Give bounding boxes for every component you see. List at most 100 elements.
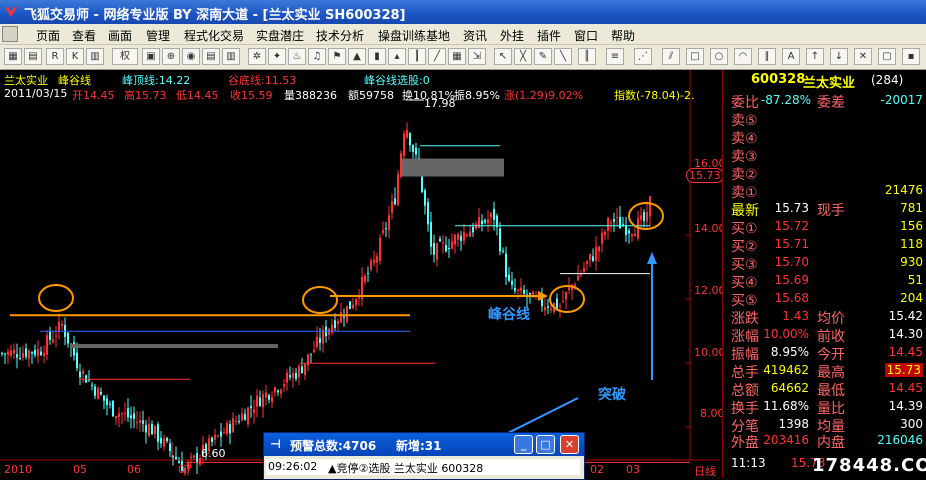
tool-up-icon[interactable]: ▴ bbox=[388, 48, 406, 65]
stat-value-1: 64662 bbox=[770, 381, 809, 395]
low-marker-label: 6.60 bbox=[201, 447, 226, 460]
tool-circle-icon[interactable]: ○ bbox=[710, 48, 728, 65]
alert-window[interactable]: ⊣ 预警总数:4706 新增:31 _ □ ✕ 09:26:02 ▲竞停②选股 … bbox=[263, 432, 585, 480]
stat-value-2: 14.39 bbox=[888, 399, 923, 413]
stat-row: 总额 64662 最低 14.45 bbox=[723, 380, 926, 399]
candle-body bbox=[460, 235, 462, 241]
tool-rect-icon[interactable]: □ bbox=[686, 48, 704, 65]
tool-save-icon[interactable]: ▣ bbox=[142, 48, 160, 65]
tool-text-icon[interactable]: A bbox=[782, 48, 800, 65]
candle-body bbox=[391, 201, 393, 213]
tool-info-icon[interactable]: ◉ bbox=[182, 48, 200, 65]
menu-window[interactable]: 窗口 bbox=[574, 27, 598, 44]
alert-row[interactable]: 09:26:02 ▲竞停②选股 兰太实业 600328 bbox=[266, 459, 580, 475]
candle-body bbox=[439, 238, 441, 242]
candle-body bbox=[340, 312, 342, 323]
kline-chart[interactable]: 兰太实业 峰谷线 峰顶线:14.22 谷底线:11.53 峰谷线选股:0 201… bbox=[0, 70, 726, 479]
window-title-bar[interactable]: 飞狐交易师 - 网络专业版 BY 深南大道 - [兰太实业 SH600328] bbox=[0, 0, 926, 24]
tool-export-icon[interactable]: ⇲ bbox=[468, 48, 486, 65]
candle-body bbox=[247, 407, 249, 425]
candle-body bbox=[343, 316, 345, 318]
tool-vlines-icon[interactable]: ║ bbox=[578, 48, 596, 65]
menu-news[interactable]: 资讯 bbox=[463, 27, 487, 44]
tool-lock-icon[interactable]: ▢ bbox=[878, 48, 896, 65]
tool-settings-icon[interactable]: ▪ bbox=[902, 48, 920, 65]
candle-body bbox=[115, 415, 117, 419]
candle-body bbox=[112, 400, 114, 417]
tool-arrow-down-icon[interactable]: ↓ bbox=[830, 48, 848, 65]
candle-body bbox=[166, 437, 168, 442]
tool-bar-chart-icon[interactable]: ▮ bbox=[368, 48, 386, 65]
xianshou-value: 781 bbox=[900, 201, 923, 215]
tool-cross-icon[interactable]: ╳ bbox=[514, 48, 532, 65]
tool-cursor-icon[interactable]: ↖ bbox=[494, 48, 512, 65]
menu-help[interactable]: 帮助 bbox=[611, 27, 635, 44]
tool-candle-icon[interactable]: ┃ bbox=[408, 48, 426, 65]
menu-view[interactable]: 查看 bbox=[72, 27, 96, 44]
tool-line-icon[interactable]: ╱ bbox=[428, 48, 446, 65]
maximize-button[interactable]: □ bbox=[536, 435, 555, 454]
close-button[interactable]: ✕ bbox=[560, 435, 579, 454]
tool-chart-red-icon[interactable]: ▲ bbox=[348, 48, 366, 65]
tool-grid-icon[interactable]: ▦ bbox=[4, 48, 22, 65]
sell-level-label: 卖② bbox=[731, 167, 758, 183]
minimize-button[interactable]: _ bbox=[514, 435, 533, 454]
tool-hlines-icon[interactable]: ≡ bbox=[606, 48, 624, 65]
tool-flag-icon[interactable]: ⚑ bbox=[328, 48, 346, 65]
tool-bars-icon[interactable]: ▥ bbox=[86, 48, 104, 65]
menu-app-icon[interactable] bbox=[2, 26, 18, 42]
tool-delete-icon[interactable]: ✕ bbox=[854, 48, 872, 65]
tool-list-icon[interactable]: ▤ bbox=[202, 48, 220, 65]
tool-channel-icon[interactable]: ⫽ bbox=[662, 48, 680, 65]
candle-body bbox=[256, 395, 258, 407]
candle-body bbox=[619, 216, 621, 229]
x-tick-02: 02 bbox=[590, 463, 604, 476]
candle-body bbox=[52, 339, 54, 343]
tool-compass-icon[interactable]: ✲ bbox=[248, 48, 266, 65]
sell-level-row: 卖③ bbox=[723, 146, 926, 165]
menu-manage[interactable]: 管理 bbox=[146, 27, 170, 44]
candle-body bbox=[346, 306, 348, 323]
menu-tech-analysis[interactable]: 技术分析 bbox=[316, 27, 364, 44]
tool-k-icon[interactable]: K bbox=[66, 48, 84, 65]
menu-page[interactable]: 页面 bbox=[36, 27, 60, 44]
tool-fire-icon[interactable]: ♨ bbox=[288, 48, 306, 65]
candle-body bbox=[61, 323, 63, 327]
tool-star-icon[interactable]: ✦ bbox=[268, 48, 286, 65]
tool-pen-icon[interactable]: ✎ bbox=[534, 48, 552, 65]
buy-level-label: 买⑤ bbox=[731, 293, 758, 309]
tool-chart-icon[interactable]: ▤ bbox=[24, 48, 42, 65]
menu-addons[interactable]: 插件 bbox=[537, 27, 561, 44]
y-tick-14: 14.00 bbox=[694, 222, 726, 235]
rights-dropdown[interactable]: 权 bbox=[112, 48, 138, 65]
tool-arc-icon[interactable]: ◠ bbox=[734, 48, 752, 65]
candle-body bbox=[103, 395, 105, 401]
tool-news-icon[interactable]: ▥ bbox=[222, 48, 240, 65]
sell-level-label: 卖⑤ bbox=[731, 113, 758, 129]
menu-program-trading[interactable]: 程式化交易 bbox=[184, 27, 244, 44]
tool-fan-icon[interactable]: ⋰ bbox=[634, 48, 652, 65]
candle-body bbox=[565, 292, 567, 300]
candle-body bbox=[10, 350, 12, 356]
alert-titlebar[interactable]: ⊣ 预警总数:4706 新增:31 _ □ ✕ bbox=[264, 433, 584, 456]
tool-bars-v-icon[interactable]: ∥ bbox=[758, 48, 776, 65]
tool-calc-icon[interactable]: ▦ bbox=[448, 48, 466, 65]
candle-body bbox=[238, 420, 240, 422]
tool-bell-icon[interactable]: ♫ bbox=[308, 48, 326, 65]
menu-screen[interactable]: 画面 bbox=[108, 27, 132, 44]
candle-body bbox=[313, 349, 315, 353]
menu-training-base[interactable]: 操盘训练基地 bbox=[378, 27, 450, 44]
candle-body bbox=[508, 274, 510, 281]
candle-body bbox=[127, 408, 129, 418]
tool-ray-icon[interactable]: ╲ bbox=[554, 48, 572, 65]
tool-rsi-icon[interactable]: R bbox=[46, 48, 64, 65]
tool-zoom-icon[interactable]: ⊕ bbox=[162, 48, 180, 65]
annotation-breakout: 突破 bbox=[598, 387, 626, 403]
stat-label-1: 振幅 bbox=[731, 347, 759, 363]
period-label[interactable]: 日线 bbox=[694, 463, 716, 479]
tool-arrow-up-icon[interactable]: ↑ bbox=[806, 48, 824, 65]
menu-real-trading[interactable]: 实盘潜庄 bbox=[256, 27, 304, 44]
select-stock-label: 峰谷线选股:0 bbox=[364, 74, 430, 87]
menu-plugins-ext[interactable]: 外挂 bbox=[500, 27, 524, 44]
candle-body bbox=[583, 267, 585, 272]
